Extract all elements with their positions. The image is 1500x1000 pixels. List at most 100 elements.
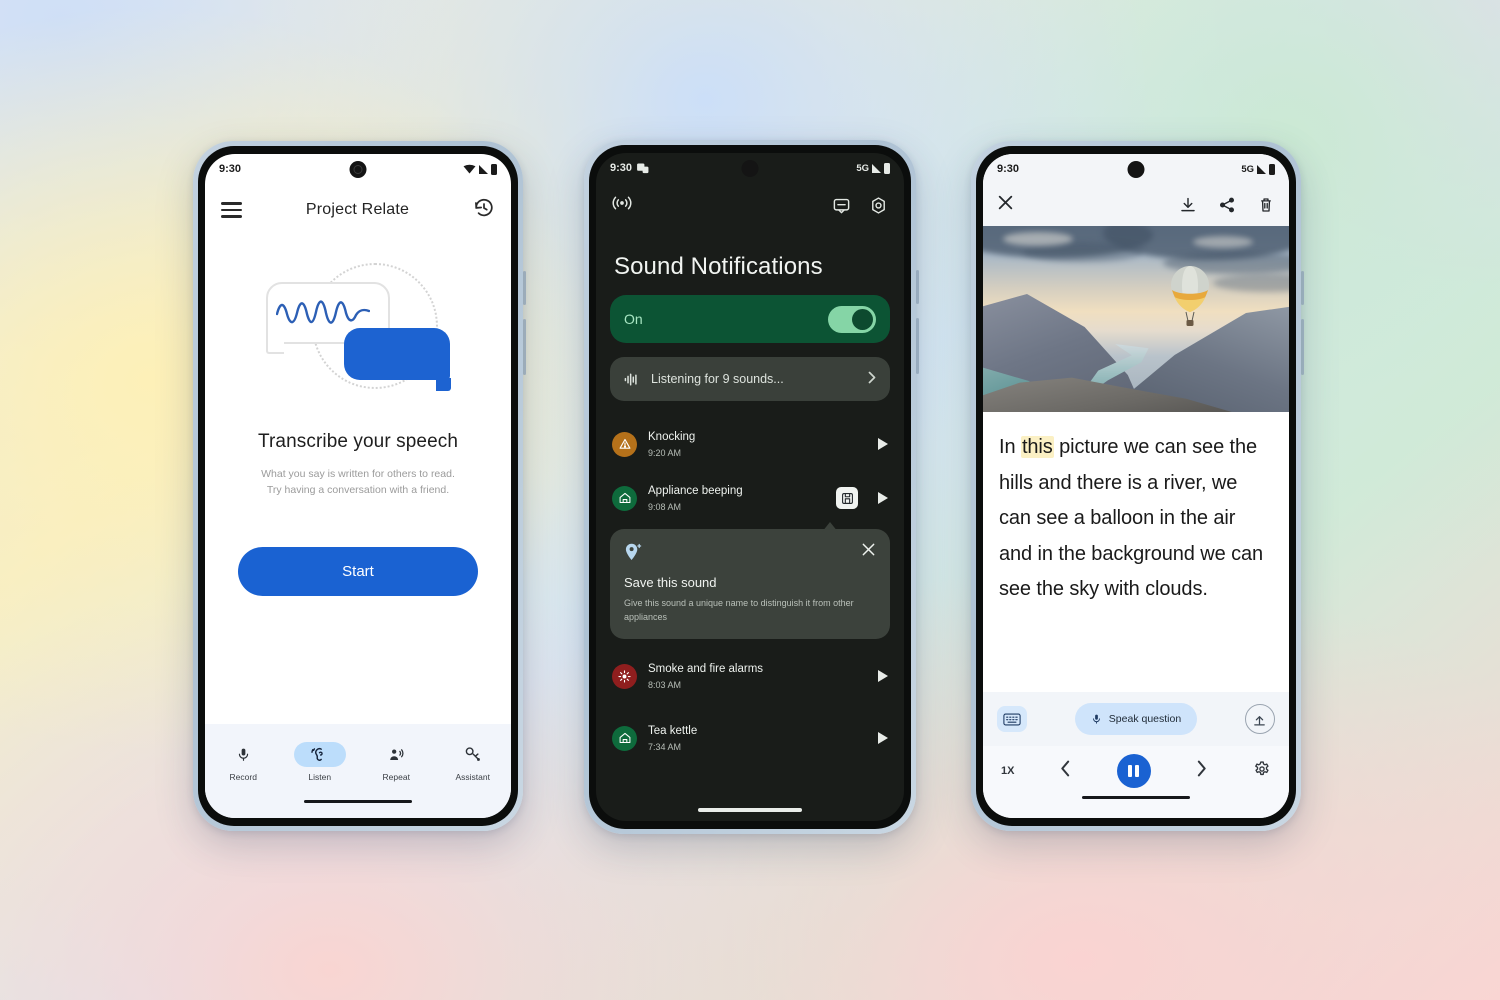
microphone-icon	[217, 742, 269, 767]
chevron-left-icon[interactable]	[1059, 760, 1072, 782]
phone-bezel-1: 9:30 Project Relate Transcribe your spee…	[198, 146, 518, 826]
play-icon[interactable]	[878, 670, 888, 682]
smoke-alarm-icon	[612, 663, 637, 689]
download-icon[interactable]	[1179, 196, 1197, 214]
speech-bubbles-waveform-illustration	[260, 260, 456, 415]
table-row[interactable]: Smoke and fire alarms 8:03 AM	[596, 649, 904, 703]
phone-device-2: 9:30 5G Sound Notifications On Listening…	[584, 140, 919, 834]
bottom-nav: Record Listen Repeat Assistant	[205, 724, 511, 800]
hamburger-menu-icon[interactable]	[221, 198, 242, 221]
app-bar	[596, 183, 904, 227]
chevron-right-icon	[868, 371, 876, 387]
status-time: 9:30	[997, 163, 1020, 175]
screenshot-stage: 9:30 Project Relate Transcribe your spee…	[0, 0, 1500, 1000]
hero-section: Transcribe your speech What you say is w…	[205, 236, 511, 724]
upload-icon[interactable]	[1244, 704, 1275, 734]
assistant-icon	[447, 742, 499, 767]
sidebar-item-record[interactable]: Record	[205, 742, 282, 782]
listening-status-row[interactable]: Listening for 9 sounds...	[610, 357, 890, 401]
sound-waves-icon[interactable]	[612, 195, 632, 216]
hero-subtitle-line2: Try having a conversation with a friend.	[266, 484, 450, 497]
chevron-right-icon[interactable]	[1195, 760, 1208, 782]
volume-button[interactable]	[523, 271, 526, 305]
settings-gear-icon[interactable]	[869, 196, 888, 215]
sidebar-item-assistant[interactable]: Assistant	[435, 742, 512, 782]
sound-name: Smoke and fire alarms	[648, 663, 764, 676]
sound-notifications-toggle-card[interactable]: On	[610, 295, 890, 343]
hot-air-balloon-icon	[1171, 266, 1209, 326]
save-this-sound-tooltip: Save this sound Give this sound a unique…	[610, 522, 890, 639]
app-bar: Project Relate	[205, 184, 511, 236]
sound-name: Tea kettle	[648, 725, 698, 738]
sidebar-item-repeat[interactable]: Repeat	[358, 742, 435, 782]
page-title: Project Relate	[305, 201, 410, 218]
power-button[interactable]	[916, 318, 919, 374]
nav-label-record: Record	[229, 772, 257, 782]
sidebar-item-listen[interactable]: Listen	[282, 742, 359, 782]
phone-device-3: 9:30 5G In this picture we can see the h…	[971, 141, 1304, 831]
share-icon[interactable]	[1218, 196, 1236, 214]
microphone-icon	[1092, 714, 1100, 724]
transcript-before: In	[999, 436, 1021, 458]
close-x-icon[interactable]	[997, 194, 1014, 216]
speak-question-button[interactable]: Speak question	[1074, 703, 1198, 735]
sound-notifications-switch[interactable]	[828, 305, 876, 333]
phone-screen-1: 9:30 Project Relate Transcribe your spee…	[205, 154, 511, 818]
status-bar: 9:30 5G	[983, 154, 1289, 184]
signal-icon	[479, 164, 488, 174]
battery-icon	[491, 163, 497, 175]
volume-button[interactable]	[916, 270, 919, 304]
transcript-after: picture we can see the hills and there i…	[999, 436, 1264, 601]
start-button[interactable]: Start	[238, 546, 478, 596]
pause-button[interactable]	[1116, 754, 1151, 788]
play-icon[interactable]	[878, 492, 888, 504]
appliance-home-icon	[612, 485, 637, 511]
home-indicator[interactable]	[205, 800, 511, 818]
nav-label-repeat: Repeat	[382, 772, 410, 782]
phone-screen-3: 9:30 5G In this picture we can see the h…	[983, 154, 1289, 818]
battery-icon	[884, 162, 890, 174]
toggle-label: On	[624, 311, 643, 327]
transcript-highlight: this	[1020, 436, 1054, 458]
playback-speed[interactable]: 1X	[1001, 765, 1014, 777]
listening-label: Listening for 9 sounds...	[651, 372, 784, 386]
sound-time: 7:34 AM	[648, 741, 682, 752]
save-sound-icon[interactable]	[836, 487, 858, 509]
play-icon[interactable]	[878, 438, 888, 450]
history-icon[interactable]	[473, 197, 495, 224]
table-row[interactable]: Knocking 9:20 AM	[596, 417, 904, 471]
feedback-icon[interactable]	[832, 196, 851, 215]
sound-time: 8:03 AM	[648, 679, 682, 690]
keyboard-icon[interactable]	[997, 706, 1027, 732]
person-speaking-icon	[370, 742, 422, 767]
play-icon[interactable]	[878, 732, 888, 744]
volume-button[interactable]	[1301, 271, 1304, 305]
close-x-icon[interactable]	[861, 542, 876, 562]
camera-punchhole	[349, 161, 367, 178]
camera-punchhole	[741, 160, 759, 177]
home-indicator[interactable]	[983, 796, 1289, 818]
delete-trash-icon[interactable]	[1257, 196, 1275, 214]
table-row[interactable]: Appliance beeping 9:08 AM	[596, 471, 904, 525]
settings-gear-icon[interactable]	[1253, 760, 1271, 783]
status-bar: 9:30	[205, 154, 511, 184]
sound-name: Knocking	[648, 431, 696, 444]
power-button[interactable]	[523, 319, 526, 375]
phone-bezel-2: 9:30 5G Sound Notifications On Listening…	[589, 145, 911, 829]
signal-icon	[872, 163, 881, 173]
sound-name: Appliance beeping	[648, 485, 743, 498]
hot-air-balloon-over-canyon-river-photo	[983, 226, 1289, 412]
power-button[interactable]	[1301, 319, 1304, 375]
home-indicator[interactable]	[596, 799, 904, 821]
sound-time: 9:20 AM	[648, 447, 682, 458]
camera-punchhole	[1127, 161, 1145, 178]
table-row[interactable]: Tea kettle 7:34 AM	[596, 711, 904, 765]
save-pin-icon	[625, 543, 642, 561]
status-time: 9:30	[610, 162, 633, 174]
phone-device-1: 9:30 Project Relate Transcribe your spee…	[193, 141, 526, 831]
appliance-home-icon	[612, 725, 637, 751]
battery-icon	[1269, 163, 1275, 175]
nav-label-listen: Listen	[308, 772, 332, 782]
tooltip-title: Save this sound	[624, 575, 717, 590]
phone-bezel-3: 9:30 5G In this picture we can see the h…	[976, 146, 1296, 826]
